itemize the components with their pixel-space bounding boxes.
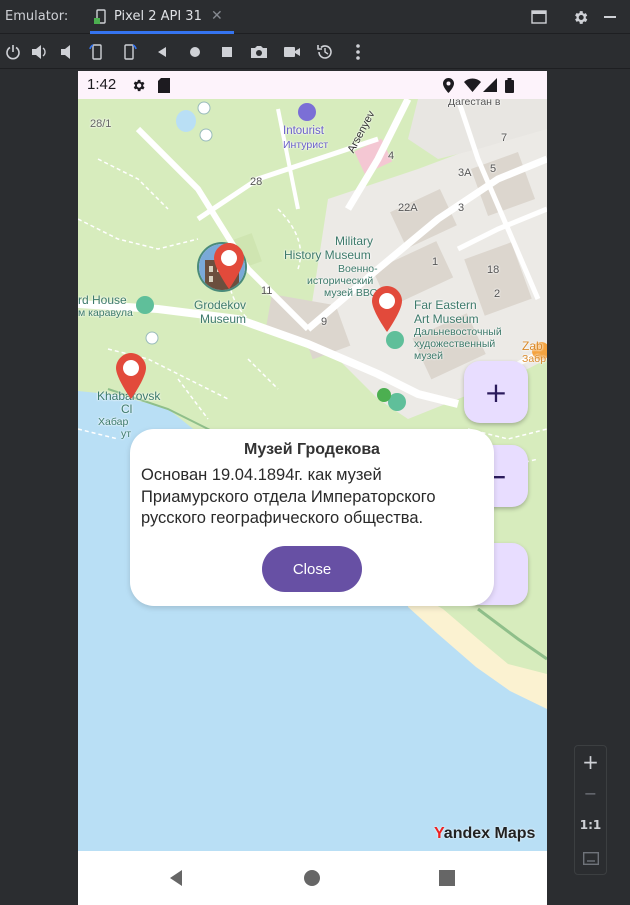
snapshot-restore-icon[interactable] (313, 40, 337, 64)
volume-up-icon[interactable] (28, 40, 52, 64)
battery-icon (503, 77, 515, 93)
device-icon (94, 9, 108, 25)
settings-gear-icon[interactable] (571, 8, 589, 26)
active-tab-indicator (90, 31, 234, 34)
location-icon (441, 77, 455, 93)
map-label-fareast-ru-2: художественный (414, 338, 496, 350)
map-view[interactable]: Intourist Интурист Arsenyev Дагестан в 2… (78, 99, 547, 851)
home-icon[interactable] (183, 40, 207, 64)
map-label-grodekov-1: Grodekov (194, 298, 247, 312)
map-label-fareast-ru-3: музей (414, 350, 443, 362)
map-label-military-en-2: History Museum (284, 248, 371, 262)
yandex-logo-y: Y (434, 825, 444, 842)
close-button[interactable]: Close (262, 546, 362, 592)
signal-icon (482, 77, 498, 93)
screen-record-icon[interactable] (280, 40, 304, 64)
minimize-icon[interactable] (601, 8, 619, 26)
emulator-title-bar: Emulator: Pixel 2 API 31 ✕ (0, 0, 630, 34)
wifi-icon (463, 77, 481, 93)
rotate-left-icon[interactable] (85, 40, 109, 64)
emulator-zoom-out-button[interactable]: − (575, 784, 606, 803)
map-label-fareast-en-2: Art Museum (414, 312, 479, 326)
map-label-zab-en: Zab (522, 339, 543, 353)
emulator-label: Emulator: (5, 9, 69, 24)
fit-screen-icon[interactable] (582, 850, 600, 866)
window-layout-icon[interactable] (530, 8, 548, 26)
map-label-house-ru: м каравула (78, 307, 133, 319)
dialog-title: Музей Гродекова (244, 441, 380, 458)
map-label-house-5: 5 (490, 163, 497, 175)
more-options-icon[interactable] (346, 40, 370, 64)
map-label-house-en: rd House (78, 293, 127, 307)
yandex-maps-attribution[interactable]: Yandex Maps (434, 825, 535, 843)
map-label-house-4: 4 (388, 150, 395, 162)
map-label-zab-ru: Забр (522, 353, 547, 365)
map-label-house-3a: 3А (458, 167, 472, 179)
museum-info-dialog: Музей Гродекова Основан 19.04.1894г. как… (130, 429, 494, 606)
map-label-house-1: 1 (432, 256, 439, 268)
map-label-intourist-ru: Интурист (283, 139, 329, 151)
map-label-military-ru-2: исторический (307, 275, 374, 287)
dialog-body: Основан 19.04.1894г. как музей Приамурск… (141, 466, 436, 527)
map-label-military-ru-3: музей ВВО (324, 287, 378, 299)
map-label-house-22a: 22А (398, 202, 418, 214)
nav-back-icon[interactable] (166, 868, 186, 888)
map-label-house-28-1: 28/1 (90, 118, 112, 130)
sd-card-icon (157, 77, 171, 93)
map-label-khabarovsk-en-2: Cl (121, 402, 133, 416)
map-label-military-ru-1: Военно- (338, 263, 378, 275)
map-pin-khabarovsk[interactable] (116, 353, 146, 399)
system-navigation-bar (78, 851, 547, 905)
map-label-military-en-1: Military (335, 234, 373, 248)
device-tab[interactable]: Pixel 2 API 31 ✕ (86, 0, 238, 34)
settings-icon (130, 77, 146, 93)
emulator-zoom-actual-size-button[interactable]: 1:1 (575, 818, 606, 832)
status-time: 1:42 (87, 76, 117, 93)
map-label-fareast-en-1: Far Eastern (414, 298, 477, 312)
device-screen: 1:42 Intourist Интурист Arsenyev Дагеста… (78, 71, 547, 905)
map-label-house-9: 9 (321, 316, 328, 328)
map-label-house-11: 11 (261, 285, 273, 297)
emulator-zoom-panel: + − 1:1 (574, 745, 607, 875)
status-bar: 1:42 (78, 71, 547, 99)
map-label-khabarovsk-ru-1: Хабар (98, 416, 129, 428)
map-label-house-18: 18 (487, 264, 500, 276)
map-label-dagestan: Дагестан в (448, 99, 501, 108)
screenshot-camera-icon[interactable] (247, 40, 271, 64)
emulator-toolbar (0, 35, 630, 69)
map-label-khabarovsk-ru-2: ут (121, 428, 132, 440)
yandex-logo-text: andex Maps (443, 825, 536, 842)
rotate-right-icon[interactable] (117, 40, 141, 64)
map-label-grodekov-2: Museum (200, 312, 247, 326)
map-label-house-7: 7 (501, 132, 508, 144)
back-icon[interactable] (150, 40, 174, 64)
nav-recents-icon[interactable] (437, 868, 457, 888)
emulator-zoom-in-button[interactable]: + (575, 750, 606, 774)
map-pin-far-eastern[interactable] (372, 286, 402, 332)
volume-down-icon[interactable] (56, 40, 80, 64)
map-label-house-2: 2 (494, 288, 501, 300)
map-label-fareast-ru-1: Дальневосточный (414, 326, 502, 338)
overview-icon[interactable] (215, 40, 239, 64)
nav-home-icon[interactable] (302, 868, 322, 888)
map-label-house-3: 3 (458, 202, 465, 214)
close-tab-icon[interactable]: ✕ (211, 8, 223, 24)
device-tab-label: Pixel 2 API 31 (114, 9, 202, 24)
map-label-house-28: 28 (250, 176, 263, 188)
map-label-intourist-en: Intourist (283, 125, 324, 137)
power-icon[interactable] (1, 40, 25, 64)
zoom-in-button[interactable]: + (464, 361, 528, 423)
map-pin-grodekov[interactable] (214, 243, 244, 289)
plus-icon: + (484, 375, 508, 409)
